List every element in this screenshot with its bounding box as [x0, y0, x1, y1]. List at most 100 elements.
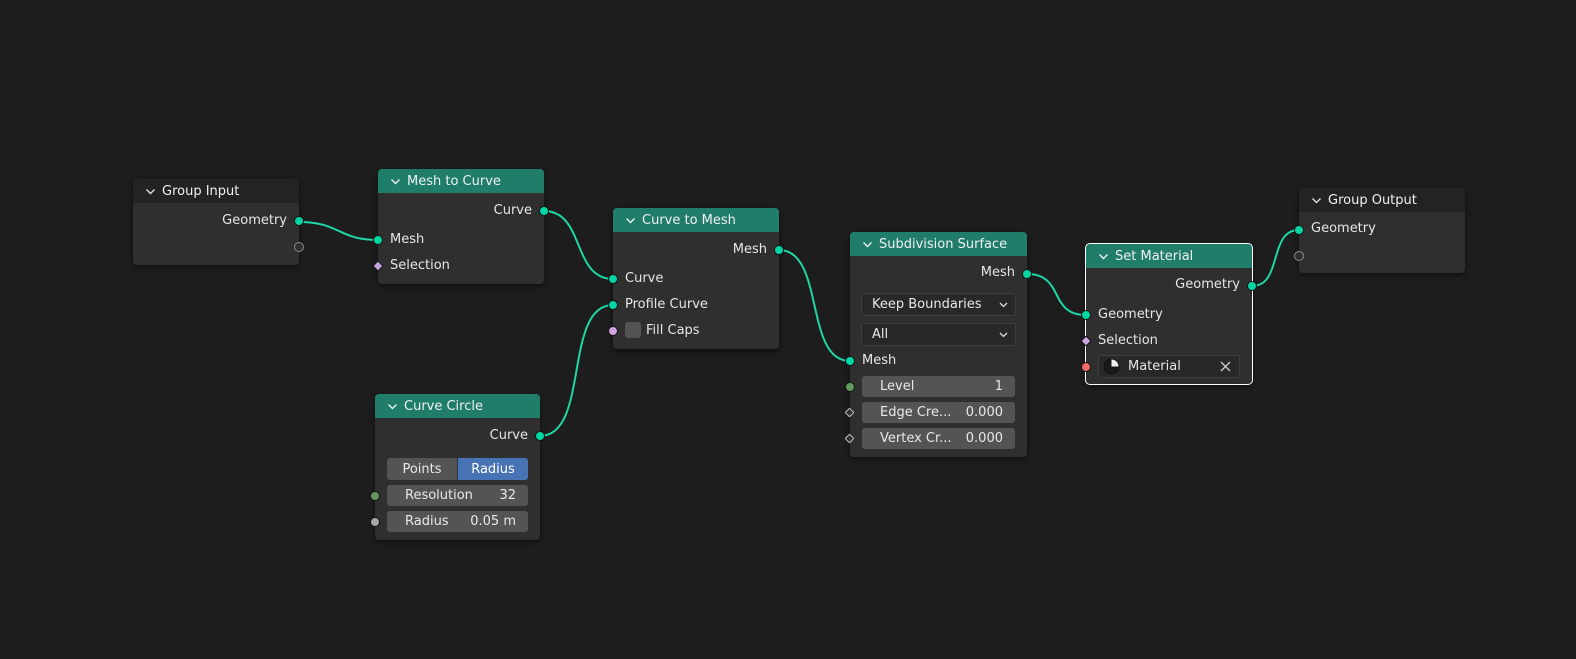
chevron-down-icon[interactable]	[1098, 251, 1109, 262]
node-title: Subdivision Surface	[879, 236, 1008, 252]
link-mesh-to-subdiv	[778, 249, 851, 362]
output-curve-socket[interactable]	[539, 206, 549, 216]
input-level-socket[interactable]	[845, 382, 855, 392]
input-selection-socket[interactable]	[372, 260, 384, 272]
chevron-down-icon[interactable]	[862, 239, 873, 250]
input-mesh-socket[interactable]	[845, 356, 855, 366]
radius-value: 0.05 m	[470, 514, 516, 529]
chevron-down-icon[interactable]	[390, 176, 401, 187]
input-mesh-label: Mesh	[390, 232, 425, 247]
input-mesh-label: Mesh	[862, 353, 897, 368]
fill-caps-label: Fill Caps	[646, 323, 700, 338]
input-mesh-socket[interactable]	[373, 235, 383, 245]
chevron-down-icon	[999, 332, 1008, 338]
mode-selector[interactable]: Points Radius	[387, 458, 528, 480]
resolution-label: Resolution	[405, 488, 473, 503]
curve-circle-node[interactable]: Curve Circle Curve Points Radius Resolut…	[370, 394, 545, 540]
vertex-crease-field[interactable]: Vertex Cr... 0.000	[862, 428, 1015, 449]
input-profile-curve-socket[interactable]	[608, 300, 618, 310]
mode-radius-button[interactable]: Radius	[458, 458, 528, 480]
chevron-down-icon[interactable]	[625, 215, 636, 226]
chevron-down-icon[interactable]	[1311, 195, 1322, 206]
material-name: Material	[1128, 359, 1181, 374]
input-geometry-label: Geometry	[1098, 307, 1163, 322]
set-material-node[interactable]: Set Material Geometry Geometry Selection…	[1080, 243, 1257, 385]
node-header[interactable]: Curve Circle	[375, 394, 540, 418]
node-title: Set Material	[1115, 248, 1194, 264]
input-material-socket[interactable]	[1081, 362, 1091, 372]
node-header[interactable]: Set Material	[1086, 244, 1252, 268]
input-curve-label: Curve	[625, 271, 664, 286]
input-resolution-socket[interactable]	[370, 491, 380, 501]
output-empty-socket[interactable]	[294, 242, 304, 252]
output-curve-socket[interactable]	[535, 431, 545, 441]
curve-to-mesh-node[interactable]: Curve to Mesh Mesh Curve Profile Curve F…	[608, 208, 784, 349]
node-title: Mesh to Curve	[407, 173, 501, 189]
node-header[interactable]: Mesh to Curve	[378, 169, 544, 193]
edge-crease-value: 0.000	[965, 405, 1003, 420]
material-sphere-icon	[1103, 358, 1120, 375]
boundary-mode-value: Keep Boundaries	[872, 297, 982, 312]
link-setmaterial-to-output	[1251, 229, 1300, 287]
input-selection-label: Selection	[1098, 333, 1158, 348]
output-geometry-label: Geometry	[1175, 277, 1240, 292]
input-selection-socket[interactable]	[1080, 335, 1092, 347]
link-circle-to-profile	[539, 304, 614, 437]
vertex-crease-label: Vertex Cr...	[880, 431, 952, 446]
input-profile-curve-label: Profile Curve	[625, 297, 708, 312]
resolution-field[interactable]: Resolution 32	[387, 485, 528, 506]
boundary-mode-dropdown[interactable]: Keep Boundaries	[861, 293, 1016, 316]
node-header[interactable]: Group Output	[1299, 188, 1465, 212]
input-geometry-label: Geometry	[1311, 221, 1376, 236]
output-geometry-label: Geometry	[222, 213, 287, 228]
output-geometry-socket[interactable]	[294, 216, 304, 226]
input-radius-socket[interactable]	[370, 517, 380, 527]
node-header[interactable]: Subdivision Surface	[850, 232, 1027, 256]
input-empty-socket[interactable]	[1294, 251, 1304, 261]
input-vertex-crease-socket[interactable]	[844, 433, 855, 444]
material-field[interactable]: Material	[1098, 355, 1240, 378]
node-links	[298, 210, 1300, 437]
level-value: 1	[994, 379, 1003, 394]
group-input-node[interactable]: Group Input Geometry	[133, 179, 304, 265]
output-geometry-socket[interactable]	[1247, 281, 1257, 291]
output-mesh-label: Mesh	[980, 265, 1015, 280]
node-title: Group Output	[1328, 192, 1417, 208]
vertex-crease-value: 0.000	[965, 431, 1003, 446]
input-geometry-socket[interactable]	[1294, 225, 1304, 235]
node-title: Curve Circle	[404, 398, 483, 414]
level-label: Level	[880, 379, 915, 394]
resolution-value: 32	[499, 488, 516, 503]
link-geometry-to-mesh	[298, 221, 379, 241]
output-mesh-label: Mesh	[732, 242, 767, 257]
edge-crease-label: Edge Cre...	[880, 405, 952, 420]
output-mesh-socket[interactable]	[1022, 269, 1032, 279]
node-title: Group Input	[162, 183, 240, 199]
radius-label: Radius	[405, 514, 449, 529]
input-fill-caps-socket[interactable]	[608, 326, 618, 336]
node-header[interactable]: Curve to Mesh	[613, 208, 779, 232]
subdivision-surface-node[interactable]: Subdivision Surface Mesh Keep Boundaries…	[844, 232, 1032, 457]
close-icon[interactable]	[1220, 361, 1231, 372]
input-edge-crease-socket[interactable]	[844, 407, 855, 418]
radius-field[interactable]: Radius 0.05 m	[387, 511, 528, 532]
level-field[interactable]: Level 1	[862, 376, 1015, 397]
output-curve-label: Curve	[493, 203, 532, 218]
chevron-down-icon	[999, 302, 1008, 308]
uv-smooth-dropdown[interactable]: All	[861, 323, 1016, 346]
input-geometry-socket[interactable]	[1081, 310, 1091, 320]
input-curve-socket[interactable]	[608, 274, 618, 284]
chevron-down-icon[interactable]	[387, 401, 398, 412]
chevron-down-icon[interactable]	[145, 186, 156, 197]
node-header[interactable]: Group Input	[133, 179, 299, 203]
mode-points-button[interactable]: Points	[387, 458, 457, 480]
input-selection-label: Selection	[390, 258, 450, 273]
output-curve-label: Curve	[489, 428, 528, 443]
link-curve-to-curve	[543, 210, 614, 280]
output-mesh-socket[interactable]	[774, 245, 784, 255]
group-output-node[interactable]: Group Output Geometry	[1294, 188, 1465, 273]
fill-caps-checkbox[interactable]	[625, 322, 641, 338]
mesh-to-curve-node[interactable]: Mesh to Curve Curve Mesh Selection	[372, 169, 549, 284]
link-subdiv-to-setmaterial	[1026, 273, 1087, 316]
edge-crease-field[interactable]: Edge Cre... 0.000	[862, 402, 1015, 423]
